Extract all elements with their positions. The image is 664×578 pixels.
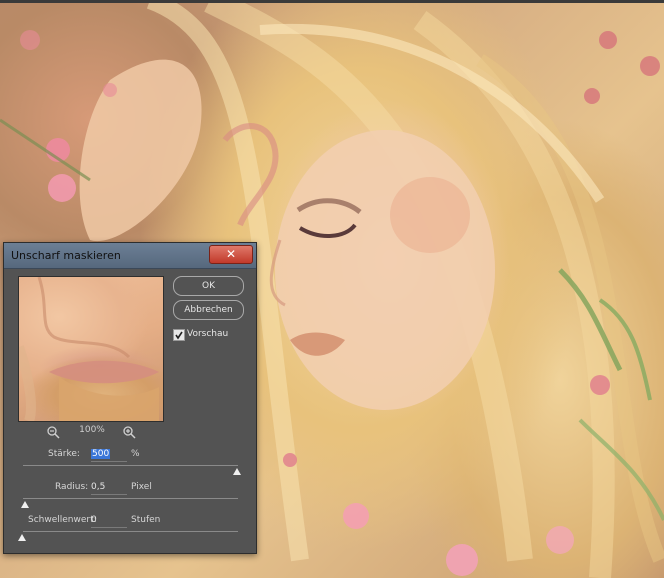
unsharp-mask-dialog: Unscharf maskieren ✕ 100% OK Abbrechen V… — [3, 242, 257, 554]
threshold-slider-thumb[interactable] — [18, 534, 26, 541]
zoom-controls: 100% — [18, 424, 162, 439]
dialog-titlebar[interactable]: Unscharf maskieren ✕ — [4, 243, 256, 269]
ok-button[interactable]: OK — [173, 276, 244, 296]
app-top-border — [0, 0, 664, 3]
filter-preview-image[interactable] — [18, 276, 164, 422]
amount-slider-thumb[interactable] — [233, 468, 241, 475]
preview-checkbox-label: Vorschau — [187, 329, 229, 339]
threshold-label: Schwellenwert: — [28, 515, 97, 525]
preview-illustration — [19, 277, 159, 421]
dialog-title: Unscharf maskieren — [11, 249, 121, 262]
amount-unit: % — [131, 449, 140, 459]
radius-value: 0,5 — [91, 482, 106, 492]
cancel-button[interactable]: Abbrechen — [173, 300, 244, 320]
radius-input[interactable]: 0,5 — [91, 481, 127, 495]
amount-input[interactable]: 500 — [91, 448, 127, 462]
amount-value: 500 — [91, 449, 111, 459]
threshold-unit: Stufen — [131, 515, 161, 525]
radius-label: Radius: — [55, 482, 89, 492]
amount-label: Stärke: — [48, 449, 80, 459]
amount-slider-track[interactable] — [23, 465, 238, 466]
zoom-level: 100% — [79, 425, 105, 435]
zoom-out-icon[interactable] — [46, 424, 60, 439]
zoom-in-icon[interactable] — [122, 424, 136, 439]
close-icon: ✕ — [225, 247, 237, 261]
preview-checkbox[interactable] — [173, 329, 185, 341]
checkmark-icon — [175, 331, 183, 340]
close-button[interactable]: ✕ — [209, 245, 253, 264]
radius-slider-thumb[interactable] — [21, 501, 29, 508]
radius-slider-track[interactable] — [23, 498, 238, 499]
threshold-slider-track[interactable] — [23, 531, 238, 532]
threshold-value: 0 — [91, 515, 97, 525]
radius-unit: Pixel — [131, 482, 152, 492]
threshold-input[interactable]: 0 — [91, 514, 127, 528]
